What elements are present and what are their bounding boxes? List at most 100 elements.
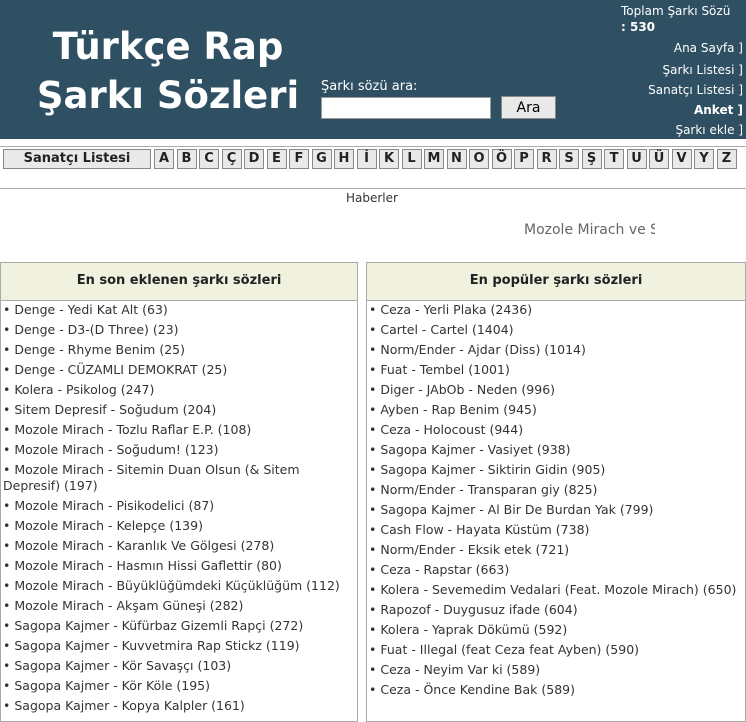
song-link[interactable]: Sitem Depresif - Soğudum (204): [14, 402, 216, 417]
letter-button[interactable]: Ü: [649, 149, 669, 169]
popular-lyrics-list: • Ceza - Yerli Plaka (2436) • Cartel - Ca…: [367, 301, 745, 698]
list-item: • Fuat - Tembel (1001): [369, 362, 745, 378]
letter-button[interactable]: R: [536, 149, 557, 169]
list-item: • Kolera - Psikolog (247): [3, 382, 357, 398]
song-link[interactable]: Sagopa Kajmer - Al Bir De Burdan Yak (79…: [380, 502, 653, 517]
popular-lyrics-panel: En popüler şarkı sözleri • Ceza - Yerli …: [366, 262, 746, 722]
letter-button[interactable]: S: [559, 149, 579, 169]
song-link[interactable]: Ceza - Yerli Plaka (2436): [380, 302, 532, 317]
song-link[interactable]: Mozole Mirach - Pisikodelici (87): [14, 498, 214, 513]
list-item: • Denge - D3-(D Three) (23): [3, 322, 357, 338]
letter-button[interactable]: T: [604, 149, 624, 169]
nav-add-song-link[interactable]: Şarkı ekle ]: [675, 122, 743, 138]
bullet-icon: •: [3, 322, 15, 337]
song-link[interactable]: Mozole Mirach - Sitemin Duan Olsun (& Si…: [3, 462, 300, 493]
letter-button[interactable]: F: [289, 149, 309, 169]
letter-button[interactable]: Y: [694, 149, 714, 169]
search-input[interactable]: [321, 97, 491, 119]
song-link[interactable]: Cash Flow - Hayata Küstüm (738): [380, 522, 589, 537]
song-link[interactable]: Sagopa Kajmer - Kopya Kalpler (161): [14, 698, 244, 713]
song-link[interactable]: Sagopa Kajmer - Siktirin Gidin (905): [380, 462, 605, 477]
bullet-icon: •: [3, 538, 15, 553]
letter-button[interactable]: Z: [716, 149, 737, 169]
letter-button[interactable]: Ş: [581, 149, 602, 169]
list-item: • Sagopa Kajmer - Kopya Kalpler (161): [3, 698, 357, 714]
song-link[interactable]: Norm/Ender - Eksik etek (721): [380, 542, 569, 557]
song-link[interactable]: Norm/Ender - Ajdar (Diss) (1014): [380, 342, 586, 357]
song-link[interactable]: Cartel - Cartel (1404): [380, 322, 513, 337]
song-link[interactable]: Mozole Mirach - Kelepçe (139): [14, 518, 203, 533]
song-link[interactable]: Sagopa Kajmer - Kör Köle (195): [14, 678, 210, 693]
song-link[interactable]: Kolera - Yaprak Dökümü (592): [380, 622, 567, 637]
song-link[interactable]: Kolera - Sevemedim Vedalari (Feat. Mozol…: [380, 582, 736, 597]
list-item: • Sagopa Kajmer - Al Bir De Burdan Yak (…: [369, 502, 745, 518]
song-link[interactable]: Ceza - Neyim Var ki (589): [380, 662, 540, 677]
song-link[interactable]: Mozole Mirach - Akşam Güneşi (282): [14, 598, 243, 613]
total-lyrics-count: : 530: [621, 20, 656, 34]
nav-poll-link[interactable]: Anket ]: [694, 102, 743, 118]
letter-button[interactable]: H: [334, 149, 354, 169]
song-link[interactable]: Ceza - Holocoust (944): [380, 422, 523, 437]
bullet-icon: •: [3, 698, 15, 713]
letter-button[interactable]: P: [514, 149, 534, 169]
letter-button[interactable]: B: [176, 149, 197, 169]
alphabet-bar: Sanatçı Listesi ABCÇDEFGHİKLMNOÖPRSŞTUÜV…: [0, 146, 746, 189]
list-item: • Norm/Ender - Ajdar (Diss) (1014): [369, 342, 745, 358]
letter-button[interactable]: G: [311, 149, 332, 169]
letter-button[interactable]: K: [379, 149, 399, 169]
song-link[interactable]: Denge - CÜZAMLI DEMOKRAT (25): [14, 362, 227, 377]
song-link[interactable]: Rapozof - Duygusuz ifade (604): [380, 602, 577, 617]
song-link[interactable]: Ayben - Rap Benim (945): [380, 402, 537, 417]
song-link[interactable]: Denge - D3-(D Three) (23): [14, 322, 178, 337]
bullet-icon: •: [3, 518, 15, 533]
bullet-icon: •: [3, 678, 15, 693]
bullet-icon: •: [369, 402, 381, 417]
letter-button[interactable]: Ç: [221, 149, 242, 169]
letter-button[interactable]: D: [244, 149, 264, 169]
bullet-icon: •: [369, 622, 381, 637]
letter-button[interactable]: Ö: [491, 149, 512, 169]
letter-button[interactable]: M: [424, 149, 444, 169]
letter-button[interactable]: E: [266, 149, 287, 169]
song-link[interactable]: Denge - Rhyme Benim (25): [14, 342, 185, 357]
letter-button[interactable]: O: [469, 149, 489, 169]
nav-home-link[interactable]: Ana Sayfa ]: [674, 40, 743, 56]
song-link[interactable]: Denge - Yedi Kat Alt (63): [14, 302, 167, 317]
song-link[interactable]: Ceza - Rapstar (663): [380, 562, 509, 577]
news-marquee[interactable]: Mozole Mirach ve S: [524, 222, 655, 238]
song-link[interactable]: Sagopa Kajmer - Kuvvetmira Rap Stickz (1…: [14, 638, 299, 653]
list-item: • Mozole Mirach - Tozlu Raflar E.P. (108…: [3, 422, 357, 438]
bullet-icon: •: [369, 502, 381, 517]
nav-artist-list-link[interactable]: Sanatçı Listesi ]: [648, 82, 743, 98]
song-link[interactable]: Ceza - Önce Kendine Bak (589): [380, 682, 575, 697]
letter-button[interactable]: V: [671, 149, 692, 169]
song-link[interactable]: Mozole Mirach - Tozlu Raflar E.P. (108): [14, 422, 251, 437]
letter-button[interactable]: U: [626, 149, 647, 169]
site-title[interactable]: Türkçe Rap Şarkı Sözleri: [18, 22, 318, 120]
bullet-icon: •: [369, 542, 381, 557]
nav-song-list-link[interactable]: Şarkı Listesi ]: [663, 62, 743, 78]
letter-button[interactable]: İ: [356, 149, 377, 169]
letter-button[interactable]: A: [154, 149, 174, 169]
search-button[interactable]: Ara: [501, 96, 556, 119]
song-link[interactable]: Fuat - Illegal (feat Ceza feat Ayben) (5…: [380, 642, 639, 657]
letter-button[interactable]: L: [401, 149, 422, 169]
bullet-icon: •: [369, 602, 381, 617]
song-link[interactable]: Mozole Mirach - Karanlık Ve Gölgesi (278…: [14, 538, 274, 553]
artist-list-button[interactable]: Sanatçı Listesi: [3, 149, 151, 169]
song-link[interactable]: Mozole Mirach - Hasmın Hissi Gaflettir (…: [14, 558, 282, 573]
song-link[interactable]: Diger - JAbOb - Neden (996): [380, 382, 555, 397]
song-link[interactable]: Sagopa Kajmer - Küfürbaz Gizemli Rapçi (…: [14, 618, 303, 633]
list-item: • Sagopa Kajmer - Kör Savaşçı (103): [3, 658, 357, 674]
song-link[interactable]: Sagopa Kajmer - Kör Savaşçı (103): [14, 658, 231, 673]
song-link[interactable]: Sagopa Kajmer - Vasiyet (938): [380, 442, 570, 457]
letter-button[interactable]: N: [446, 149, 467, 169]
song-link[interactable]: Mozole Mirach - Soğudum! (123): [14, 442, 218, 457]
song-link[interactable]: Mozole Mirach - Büyüklüğümdeki Küçüklüğü…: [14, 578, 339, 593]
news-label: Haberler: [346, 191, 398, 205]
song-link[interactable]: Kolera - Psikolog (247): [14, 382, 154, 397]
list-item: • Ceza - Rapstar (663): [369, 562, 745, 578]
song-link[interactable]: Norm/Ender - Transparan giy (825): [380, 482, 597, 497]
letter-button[interactable]: C: [199, 149, 219, 169]
song-link[interactable]: Fuat - Tembel (1001): [380, 362, 509, 377]
